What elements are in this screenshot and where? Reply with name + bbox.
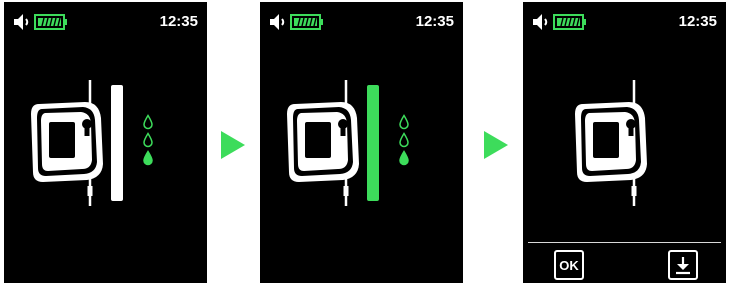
play-arrow-icon (221, 131, 245, 159)
progress-bar (367, 85, 379, 201)
play-arrow-icon (484, 131, 508, 159)
status-bar: 12:35 (4, 2, 207, 42)
ok-button[interactable]: OK (554, 250, 584, 280)
screen-step-3: 12:35 OK (523, 2, 726, 283)
drop-indicator (142, 114, 154, 166)
drop-outline-icon (398, 132, 410, 148)
drop-indicator (398, 114, 410, 166)
speaker-icon (532, 13, 552, 31)
meter-device-icon (573, 78, 653, 208)
status-bar: 12:35 (260, 2, 463, 42)
meter-device-icon (285, 78, 365, 208)
download-button[interactable] (668, 250, 698, 280)
speaker-icon (13, 13, 33, 31)
softkey-divider (528, 242, 721, 243)
drop-outline-icon (142, 114, 154, 130)
download-icon (676, 257, 690, 275)
screen-step-2: 12:35 (260, 2, 463, 283)
drop-filled-icon (398, 150, 410, 166)
status-bar: 12:35 (523, 2, 726, 42)
meter-device-icon (29, 78, 109, 208)
drop-outline-icon (142, 132, 154, 148)
speaker-icon (269, 13, 289, 31)
drop-filled-icon (142, 150, 154, 166)
progress-bar (111, 85, 123, 201)
screen-step-1: 12:35 (4, 2, 207, 283)
clock-time: 12:35 (159, 13, 198, 30)
battery-full-icon (290, 14, 324, 30)
clock-time: 12:35 (678, 13, 717, 30)
drop-outline-icon (398, 114, 410, 130)
ok-label: OK (559, 257, 579, 273)
battery-full-icon (553, 14, 587, 30)
clock-time: 12:35 (415, 13, 454, 30)
battery-full-icon (34, 14, 68, 30)
